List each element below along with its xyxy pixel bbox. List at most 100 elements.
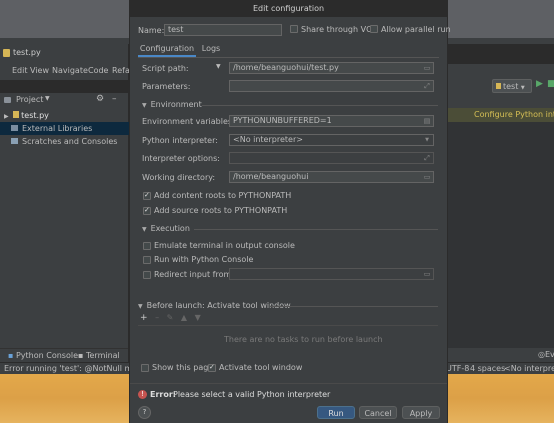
configure-interpreter-banner: Configure Python interpr bbox=[446, 108, 554, 122]
project-tree: ▶ test.py External Libraries Scratches a… bbox=[0, 108, 132, 348]
cancel-button[interactable]: Cancel bbox=[359, 406, 397, 419]
event-log-tab[interactable]: ◎Ever bbox=[538, 350, 554, 359]
run-config-selector[interactable]: test ▼ bbox=[492, 79, 532, 93]
interpreter-select[interactable]: <No interpreter> ▼ bbox=[229, 134, 434, 146]
content-roots-label: Add content roots to PYTHONPATH bbox=[154, 191, 292, 200]
redirect-input-field[interactable]: ▭ bbox=[229, 268, 434, 280]
run-button[interactable]: Run bbox=[317, 406, 355, 419]
share-vcs-label: Share through VCS bbox=[301, 25, 377, 34]
parameters-label: Parameters: bbox=[142, 82, 191, 91]
menu-edit[interactable]: Edit bbox=[12, 66, 28, 75]
library-icon bbox=[11, 125, 18, 131]
show-page-label: Show this page bbox=[152, 363, 214, 372]
environment-divider bbox=[202, 105, 438, 106]
script-type-dropdown[interactable]: ▼ bbox=[216, 63, 221, 70]
terminal-icon: ▪ bbox=[78, 351, 84, 360]
status-interpreter[interactable]: <No interpreter> bbox=[504, 364, 554, 373]
help-button[interactable]: ? bbox=[138, 406, 151, 419]
chevron-down-icon: ▼ bbox=[520, 85, 525, 91]
debug-icon[interactable]: ■ bbox=[547, 79, 554, 89]
move-down-icon[interactable]: ▼ bbox=[195, 313, 201, 322]
menu-navigate[interactable]: Navigate bbox=[52, 66, 88, 75]
name-input[interactable]: test bbox=[164, 24, 282, 36]
menu-refactor[interactable]: Refa bbox=[112, 66, 130, 75]
interp-options-input[interactable]: ⤢ bbox=[229, 152, 434, 164]
folder-icon[interactable]: ▭ bbox=[423, 64, 431, 72]
python-file-icon bbox=[496, 83, 501, 89]
tree-item-scratches[interactable]: Scratches and Consoles bbox=[4, 135, 117, 148]
run-console-checkbox[interactable] bbox=[143, 256, 151, 264]
tree-item-external-libraries[interactable]: External Libraries bbox=[0, 122, 132, 135]
menu-view[interactable]: View bbox=[30, 66, 49, 75]
error-divider bbox=[130, 383, 447, 384]
workdir-label: Working directory: bbox=[142, 173, 216, 182]
emulate-terminal-checkbox[interactable] bbox=[143, 242, 151, 250]
before-launch-list: There are no tasks to run before launch bbox=[138, 325, 438, 356]
project-dropdown[interactable]: Project bbox=[16, 95, 43, 104]
edit-list-icon[interactable]: ▤ bbox=[423, 117, 431, 125]
hide-icon[interactable]: – bbox=[112, 94, 117, 104]
status-message[interactable]: Error running 'test': @NotNull meth bbox=[4, 364, 145, 373]
folder-icon[interactable]: ▭ bbox=[423, 270, 431, 278]
tab-python-console[interactable]: ▪ Python Console bbox=[8, 351, 78, 360]
folder-icon[interactable]: ▭ bbox=[423, 173, 431, 181]
configure-interpreter-link[interactable]: Configure Python interpr bbox=[474, 110, 554, 119]
expand-icon[interactable]: ⤢ bbox=[423, 154, 431, 162]
move-up-icon[interactable]: ▲ bbox=[181, 313, 187, 322]
ide-menu-bar: Edit View Navigate Code Refa bbox=[0, 64, 130, 80]
tree-item-test-py[interactable]: ▶ test.py bbox=[4, 109, 49, 122]
apply-button[interactable]: Apply bbox=[402, 406, 440, 419]
python-file-icon bbox=[3, 49, 10, 57]
add-icon[interactable]: + bbox=[140, 313, 148, 323]
interpreter-label: Python interpreter: bbox=[142, 136, 218, 145]
tab-logs[interactable]: Logs bbox=[198, 43, 224, 55]
project-folder-icon bbox=[4, 97, 11, 103]
parameters-input[interactable]: ⤢ bbox=[229, 80, 434, 92]
source-roots-checkbox[interactable] bbox=[143, 206, 151, 215]
python-file-icon bbox=[13, 111, 20, 118]
collapse-icon: ▼ bbox=[142, 226, 147, 233]
chevron-down-icon: ▼ bbox=[425, 137, 429, 143]
before-launch-section[interactable]: ▼ Before launch: Activate tool window bbox=[138, 301, 291, 310]
execution-divider bbox=[194, 229, 438, 230]
chevron-down-icon[interactable]: ▼ bbox=[45, 95, 50, 102]
tabs-divider bbox=[138, 57, 439, 58]
status-indent[interactable]: 4 spaces bbox=[470, 364, 505, 373]
run-console-label: Run with Python Console bbox=[154, 255, 254, 264]
error-icon: ! bbox=[138, 390, 147, 399]
allow-parallel-label: Allow parallel run bbox=[381, 25, 451, 34]
console-icon: ▪ bbox=[8, 351, 14, 360]
ide-right-toolbar: test ▼ ▶ ■ bbox=[446, 64, 554, 108]
activate-tool-window-checkbox[interactable] bbox=[208, 363, 216, 372]
environment-section[interactable]: ▼ Environment bbox=[142, 100, 202, 109]
execution-section[interactable]: ▼ Execution bbox=[142, 224, 190, 233]
project-tool-header: Project ▼ ⚙ – bbox=[0, 93, 128, 108]
bottom-tool-tabs: ▪ Python Console ▪ Terminal bbox=[0, 348, 128, 363]
share-vcs-checkbox[interactable] bbox=[290, 25, 298, 33]
name-label: Name: bbox=[138, 26, 165, 35]
status-encoding[interactable]: UTF-8 bbox=[446, 364, 469, 373]
emulate-terminal-label: Emulate terminal in output console bbox=[154, 241, 295, 250]
content-roots-checkbox[interactable] bbox=[143, 191, 151, 200]
run-icon[interactable]: ▶ bbox=[536, 79, 543, 89]
show-page-checkbox[interactable] bbox=[141, 364, 149, 372]
workdir-input[interactable]: /home/beanguohui ▭ bbox=[229, 171, 434, 183]
script-path-label: Script path: bbox=[142, 64, 189, 73]
remove-icon[interactable]: – bbox=[155, 313, 159, 322]
edit-icon[interactable]: ✎ bbox=[167, 313, 174, 322]
bottom-right-tabs: ◎Ever bbox=[446, 348, 554, 362]
redirect-input-checkbox[interactable] bbox=[143, 271, 151, 279]
interp-options-label: Interpreter options: bbox=[142, 154, 220, 163]
allow-parallel-checkbox[interactable] bbox=[370, 25, 378, 33]
collapse-icon: ▼ bbox=[142, 102, 147, 109]
scratches-icon bbox=[11, 138, 18, 144]
env-vars-input[interactable]: PYTHONUNBUFFERED=1 ▤ bbox=[229, 115, 434, 127]
gear-icon[interactable]: ⚙ bbox=[96, 94, 104, 104]
script-path-input[interactable]: /home/beanguohui/test.py ▭ bbox=[229, 62, 434, 74]
expand-icon[interactable]: ⤢ bbox=[423, 82, 431, 90]
tab-terminal[interactable]: ▪ Terminal bbox=[78, 351, 120, 360]
tab-configuration[interactable]: Configuration bbox=[138, 43, 196, 57]
env-vars-label: Environment variables: bbox=[142, 117, 235, 126]
ide-file-tab[interactable]: test.py bbox=[0, 44, 128, 64]
menu-code[interactable]: Code bbox=[88, 66, 108, 75]
